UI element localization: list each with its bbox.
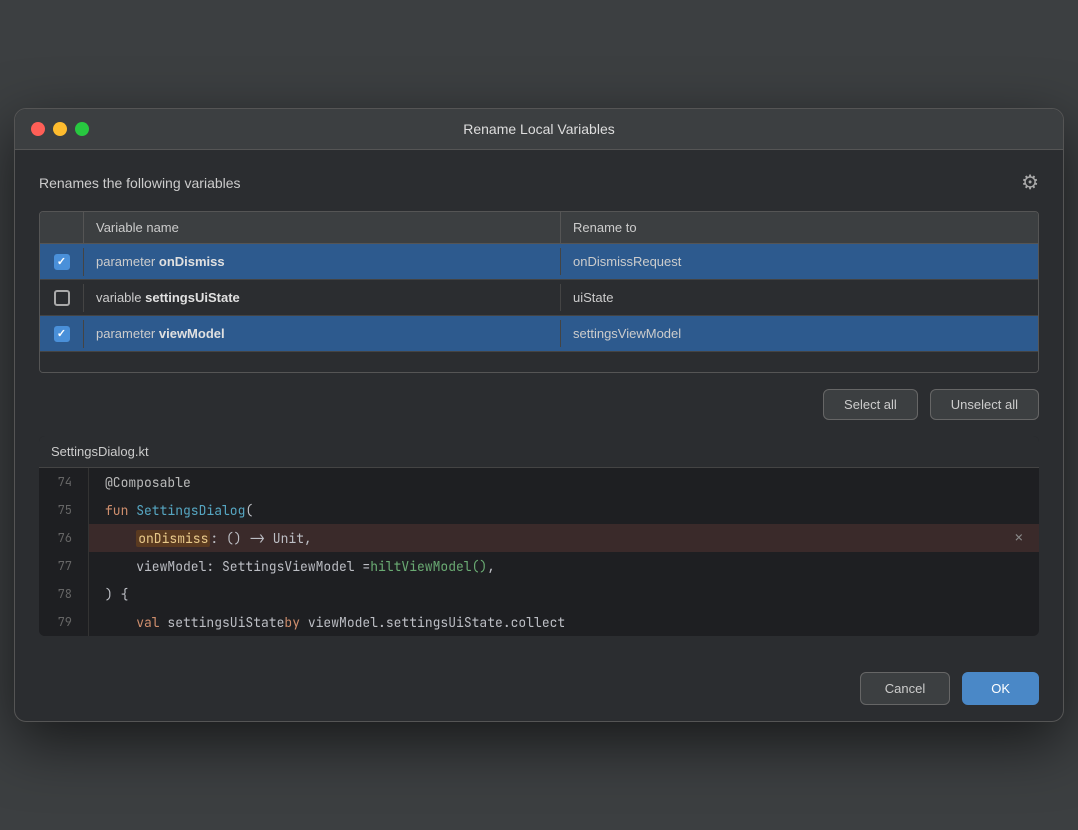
bold-name-2: viewModel <box>159 326 225 341</box>
rename-to-cell-1: uiState <box>561 284 1038 311</box>
line-code-76: onDismiss: () -> Unit, ✕ <box>89 524 1039 552</box>
close-button[interactable] <box>31 122 45 136</box>
vm-ref: viewModel.settingsUiState.collect <box>308 614 565 631</box>
unselect-all-button[interactable]: Unselect all <box>930 389 1039 420</box>
action-buttons: Cancel OK <box>15 656 1063 721</box>
checkbox-0[interactable] <box>54 254 70 270</box>
table-row[interactable]: parameter onDismiss onDismissRequest <box>40 244 1038 280</box>
table-row[interactable]: parameter viewModel settingsViewModel <box>40 316 1038 352</box>
type-word-0: parameter <box>96 254 159 269</box>
bold-name-1: settingsUiState <box>145 290 240 305</box>
rename-to-value-2: settingsViewModel <box>573 326 681 341</box>
checkbox-2[interactable] <box>54 326 70 342</box>
empty-row <box>40 352 1038 372</box>
variables-table: Variable name Rename to parameter onDism… <box>39 211 1039 373</box>
checkbox-cell-2[interactable] <box>40 320 84 348</box>
val-kw: val <box>136 614 167 631</box>
code-line-77: 77 viewModel: SettingsViewModel = hiltVi… <box>39 552 1039 580</box>
indent-77: viewModel: SettingsViewModel = <box>105 558 370 575</box>
var-name-header: Variable name <box>84 212 561 243</box>
colon-76: : () -> Unit, <box>210 530 311 547</box>
var-name-cell-2: parameter viewModel <box>84 320 561 347</box>
dialog-title: Rename Local Variables <box>463 121 615 137</box>
checkbox-header-cell <box>40 212 84 243</box>
code-line-79: 79 val settingsUiState by viewModel.sett… <box>39 608 1039 636</box>
code-line-74: 74 @Composable <box>39 468 1039 496</box>
kw-fun-75: fun <box>105 502 136 519</box>
line-code-74: @Composable <box>89 468 1039 496</box>
code-body: 74 @Composable 75 fun SettingsDialog( 76 <box>39 468 1039 636</box>
line-code-78: ) { <box>89 580 1039 608</box>
indent-76 <box>105 530 136 547</box>
code-line-76: 76 onDismiss: () -> Unit, ✕ <box>39 524 1039 552</box>
line-code-77: viewModel: SettingsViewModel = hiltViewM… <box>89 552 1039 580</box>
header-row: Renames the following variables ⚙ <box>39 170 1039 195</box>
line-num-75: 75 <box>39 496 89 524</box>
line-num-79: 79 <box>39 608 89 636</box>
dialog-body: Renames the following variables ⚙ Variab… <box>15 150 1063 656</box>
traffic-lights <box>31 122 89 136</box>
code-line-78: 78 ) { <box>39 580 1039 608</box>
table-row[interactable]: variable settingsUiState uiState <box>40 280 1038 316</box>
cancel-button[interactable]: Cancel <box>860 672 950 705</box>
line-code-79: val settingsUiState by viewModel.setting… <box>89 608 1039 636</box>
checkbox-cell-1[interactable] <box>40 284 84 312</box>
line-num-77: 77 <box>39 552 89 580</box>
param-ondismiss: onDismiss <box>136 530 210 547</box>
line-num-78: 78 <box>39 580 89 608</box>
table-header: Variable name Rename to <box>40 212 1038 244</box>
code-line-75: 75 fun SettingsDialog( <box>39 496 1039 524</box>
rename-to-value-0: onDismissRequest <box>573 254 681 269</box>
paren-75: ( <box>245 502 253 519</box>
type-word-1: variable <box>96 290 145 305</box>
annotation-74: @Composable <box>105 474 191 491</box>
rename-to-value-1: uiState <box>573 290 613 305</box>
minimize-button[interactable] <box>53 122 67 136</box>
rename-to-cell-0: onDismissRequest <box>561 248 1038 275</box>
fn-name-75: SettingsDialog <box>136 502 245 519</box>
code-filename: SettingsDialog.kt <box>39 436 1039 468</box>
hilt-call: hiltViewModel() <box>370 558 487 575</box>
line-code-75: fun SettingsDialog( <box>89 496 1039 524</box>
by-kw: by <box>284 614 307 631</box>
code-section: SettingsDialog.kt 74 @Composable 75 fun … <box>39 436 1039 636</box>
brace-78: ) { <box>105 586 128 603</box>
ok-button[interactable]: OK <box>962 672 1039 705</box>
select-all-button[interactable]: Select all <box>823 389 918 420</box>
select-buttons-row: Select all Unselect all <box>39 389 1039 420</box>
code-79: settingsUiState <box>167 614 284 631</box>
title-bar: Rename Local Variables <box>15 109 1063 150</box>
comma-77: , <box>487 558 495 575</box>
line-num-74: 74 <box>39 468 89 496</box>
maximize-button[interactable] <box>75 122 89 136</box>
gear-icon[interactable]: ⚙ <box>1021 170 1039 195</box>
checkbox-1[interactable] <box>54 290 70 306</box>
var-name-cell-0: parameter onDismiss <box>84 248 561 275</box>
close-highlight-icon[interactable]: ✕ <box>1015 529 1023 547</box>
type-word-2: parameter <box>96 326 159 341</box>
renames-label: Renames the following variables <box>39 175 241 191</box>
rename-to-header: Rename to <box>561 212 1038 243</box>
rename-to-cell-2: settingsViewModel <box>561 320 1038 347</box>
line-num-76: 76 <box>39 524 89 552</box>
bold-name-0: onDismiss <box>159 254 225 269</box>
rename-dialog: Rename Local Variables Renames the follo… <box>14 108 1064 722</box>
indent-79 <box>105 614 136 631</box>
checkbox-cell-0[interactable] <box>40 248 84 276</box>
var-name-cell-1: variable settingsUiState <box>84 284 561 311</box>
